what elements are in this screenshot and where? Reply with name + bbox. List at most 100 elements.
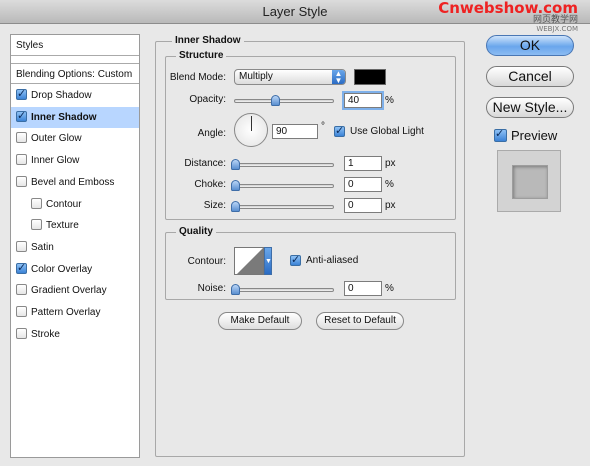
contour-label: Contour: — [187, 256, 226, 267]
size-slider-thumb[interactable] — [231, 201, 240, 212]
contour-dropdown[interactable]: ▼ — [264, 247, 272, 275]
opacity-unit: % — [385, 95, 394, 106]
noise-slider[interactable] — [231, 284, 334, 295]
blend-mode-label: Blend Mode: — [169, 72, 226, 83]
sidebar-item-checkbox[interactable] — [16, 284, 27, 296]
structure-group: Structure Blend Mode: Multiply ▲ ▼ Opacit… — [165, 50, 456, 220]
inner-shadow-panel: Inner Shadow Structure Blend Mode: Multi… — [155, 35, 465, 457]
sidebar-item-label: Contour — [46, 198, 82, 210]
make-default-button[interactable]: Make Default — [218, 312, 302, 330]
styles-list: Styles Blending Options: Custom Drop Sha… — [10, 34, 140, 458]
sidebar-item-checkbox[interactable] — [16, 306, 27, 317]
sidebar-item-label: Inner Glow — [31, 155, 80, 167]
preview-inner-square — [512, 165, 548, 199]
distance-unit: px — [385, 158, 396, 169]
choke-field[interactable]: 0 — [344, 177, 382, 192]
opacity-field[interactable]: 40 — [344, 93, 382, 108]
sidebar-item-inner-glow[interactable]: Inner Glow — [11, 150, 139, 171]
angle-needle-icon — [251, 116, 252, 131]
sidebar-item-satin[interactable]: Satin — [11, 237, 139, 258]
size-label: Size: — [203, 200, 226, 211]
watermark-logo: Cnwebshow.com 网页教学网 WEBJX.COM — [438, 0, 578, 34]
preview-checkbox[interactable] — [494, 127, 507, 142]
sidebar-item-texture[interactable]: Texture — [11, 215, 139, 236]
preview-swatch — [497, 150, 561, 212]
noise-slider-thumb[interactable] — [231, 284, 240, 295]
styles-header-label: Styles — [16, 40, 44, 51]
sidebar-item-checkbox[interactable] — [16, 175, 27, 187]
quality-group: Quality Contour: ▼ Anti-aliased Noise: 0… — [165, 226, 456, 300]
noise-field[interactable]: 0 — [344, 281, 382, 296]
sidebar-item-checkbox[interactable] — [16, 132, 27, 144]
sidebar-item-label: Outer Glow — [31, 133, 82, 145]
sidebar-item-label: Drop Shadow — [31, 90, 92, 101]
sidebar-item-label: Texture — [46, 220, 79, 232]
sidebar-item-gradient-overlay[interactable]: Gradient Overlay — [11, 280, 139, 301]
watermark-line-3: WEBJX.COM — [536, 25, 578, 33]
choke-label: Choke: — [194, 179, 226, 190]
sidebar-item-checkbox[interactable] — [16, 327, 27, 339]
anti-aliased-checkbox[interactable] — [290, 253, 301, 267]
sidebar-header-styles[interactable]: Styles — [11, 35, 139, 56]
blending-options-label: Blending Options: Custom — [16, 69, 133, 80]
use-global-light-label: Use Global Light — [350, 126, 424, 137]
distance-field[interactable]: 1 — [344, 156, 382, 171]
anti-aliased-label: Anti-aliased — [306, 255, 359, 266]
sidebar-item-checkbox[interactable] — [16, 154, 27, 166]
contour-preview[interactable] — [234, 247, 264, 275]
opacity-label: Opacity: — [189, 94, 226, 105]
size-field[interactable]: 0 — [344, 198, 382, 213]
sidebar-item-drop-shadow[interactable]: Drop Shadow — [11, 85, 139, 106]
sidebar-item-checkbox[interactable] — [16, 109, 27, 123]
sidebar-item-checkbox[interactable] — [31, 197, 42, 209]
noise-label: Noise: — [197, 283, 226, 294]
sidebar-item-checkbox[interactable] — [16, 261, 27, 275]
opacity-slider[interactable] — [234, 95, 334, 106]
panel-title: Inner Shadow — [172, 35, 244, 46]
use-global-light-checkbox[interactable] — [334, 124, 345, 138]
choke-slider-thumb[interactable] — [231, 180, 240, 191]
select-arrows-icon: ▲ ▼ — [332, 70, 345, 85]
noise-unit: % — [385, 283, 394, 294]
sidebar-item-checkbox[interactable] — [16, 87, 27, 101]
new-style-button[interactable]: New Style... — [486, 97, 574, 118]
sidebar-item-stroke[interactable]: Stroke — [11, 324, 139, 345]
reset-to-default-button[interactable]: Reset to Default — [316, 312, 404, 330]
shadow-color-swatch[interactable] — [354, 69, 386, 85]
angle-field[interactable]: 90 — [272, 124, 318, 139]
sidebar-item-label: Satin — [31, 241, 54, 253]
opacity-slider-thumb[interactable] — [271, 95, 280, 106]
blend-mode-select[interactable]: Multiply ▲ ▼ — [234, 69, 346, 85]
sidebar-item-checkbox[interactable] — [16, 240, 27, 252]
choke-slider[interactable] — [231, 180, 334, 191]
sidebar-item-inner-shadow[interactable]: Inner Shadow — [11, 106, 139, 128]
choke-unit: % — [385, 179, 394, 190]
sidebar-item-checkbox[interactable] — [31, 219, 42, 231]
structure-legend: Structure — [176, 50, 227, 61]
sidebar-item-label: Gradient Overlay — [31, 285, 107, 297]
size-slider[interactable] — [231, 201, 334, 212]
sidebar-item-color-overlay[interactable]: Color Overlay — [11, 259, 139, 280]
distance-slider-thumb[interactable] — [231, 159, 240, 170]
distance-slider[interactable] — [231, 159, 334, 170]
contour-curve-icon — [237, 248, 263, 274]
title-bar: Layer Style Cnwebshow.com 网页教学网 WEBJX.CO… — [0, 0, 590, 33]
angle-unit: ° — [321, 121, 325, 132]
sidebar-item-bevel-and-emboss[interactable]: Bevel and Emboss — [11, 172, 139, 193]
blend-mode-value: Multiply — [239, 71, 273, 82]
preview-label: Preview — [511, 128, 558, 143]
sidebar-item-label: Stroke — [31, 328, 60, 340]
sidebar-item-label: Inner Shadow — [31, 111, 97, 123]
size-unit: px — [385, 200, 396, 211]
sidebar-item-pattern-overlay[interactable]: Pattern Overlay — [11, 302, 139, 323]
sidebar-item-label: Bevel and Emboss — [31, 176, 115, 188]
watermark-line-1: Cnwebshow.com — [438, 0, 578, 17]
ok-button[interactable]: OK — [486, 35, 574, 56]
cancel-button[interactable]: Cancel — [486, 66, 574, 87]
sidebar-item-contour[interactable]: Contour — [11, 194, 139, 215]
sidebar-item-label: Pattern Overlay — [31, 307, 101, 318]
sidebar-item-label: Color Overlay — [31, 263, 93, 275]
sidebar-item-outer-glow[interactable]: Outer Glow — [11, 128, 139, 149]
sidebar-item-blending-options[interactable]: Blending Options: Custom — [11, 63, 139, 84]
angle-dial[interactable] — [234, 113, 268, 147]
